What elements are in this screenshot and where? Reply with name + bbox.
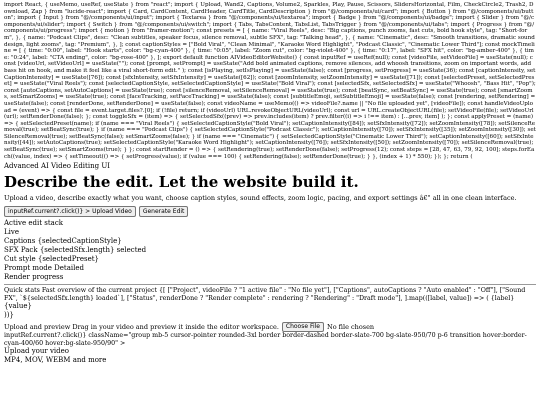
quick-stats-code: Quick stats Fast overview of the current… [4, 287, 526, 302]
prompt-mode-row: Prompt mode Detailed [4, 264, 84, 273]
app-title: Advanced AI Video Editing UI [4, 162, 110, 171]
captions-row: Captions {selectedCaptionStyle} [4, 237, 122, 246]
upload-video-button[interactable]: inputRef.current?.click()} > Upload Vide… [4, 206, 136, 218]
edit-stack: Active edit stack Live Captions {selecte… [4, 219, 536, 282]
render-progress-label: Render progress [4, 273, 64, 282]
edit-stack-heading: Active edit stack [4, 219, 63, 228]
upload-row: Upload and preview Drag in your video an… [4, 322, 536, 333]
value-token: {value} [4, 302, 32, 311]
divider [4, 284, 536, 286]
page: import React, { useMemo, useRef, useStat… [0, 0, 540, 367]
live-badge: Live [4, 228, 19, 237]
upload-your-video-text[interactable]: Upload your video [4, 347, 536, 356]
dropzone-code: inputRef.current?.click()} className="gr… [4, 332, 527, 347]
upload-preview-text: Upload and preview Drag in your video an… [4, 322, 279, 331]
cut-style-row: Cut style {selectedPreset} [4, 255, 99, 264]
generate-edit-button[interactable]: Generate Edit [138, 206, 189, 218]
lead-text: Upload a video, describe exactly what yo… [4, 194, 517, 203]
choose-file-button[interactable]: Choose File [281, 322, 324, 333]
formats-text: MP4, MOV, WEBM and more [4, 356, 107, 365]
close-token: ))} [4, 311, 14, 320]
no-file-text: No file chosen [327, 322, 375, 331]
page-headline: Describe the edit. Let the website build… [4, 173, 359, 192]
source-code-top: import React, { useMemo, useRef, useStat… [4, 2, 536, 160]
toolbar: inputRef.current?.click()} > Upload Vide… [4, 206, 536, 218]
sfx-pack-row: SFX Pack {selectedSfx.length} selected [4, 246, 147, 255]
